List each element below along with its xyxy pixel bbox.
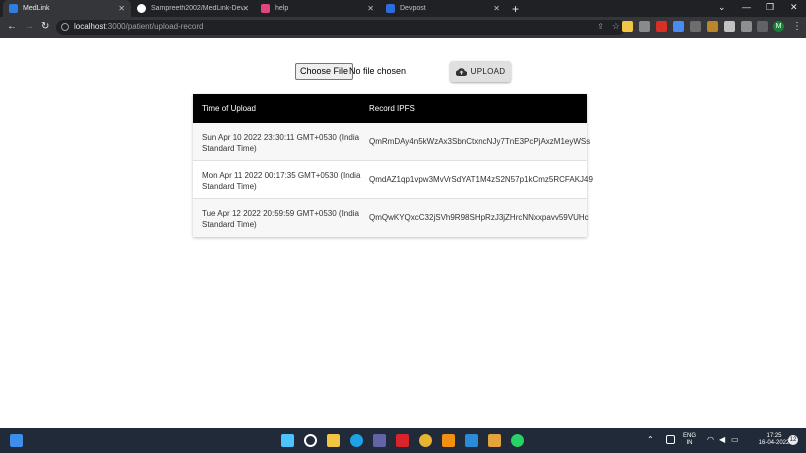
extension-icon[interactable] bbox=[639, 21, 650, 32]
forward-icon[interactable]: → bbox=[24, 21, 34, 32]
sublime-text-icon[interactable] bbox=[442, 434, 455, 447]
upload-time-cell: Tue Apr 12 2022 20:59:59 GMT+0530 (India… bbox=[202, 209, 359, 229]
url-host: localhost bbox=[74, 22, 106, 31]
tab-medlink[interactable]: MedLink ✕ bbox=[3, 0, 131, 17]
chrome-icon[interactable] bbox=[419, 434, 432, 447]
window-close-icon[interactable]: ✕ bbox=[790, 2, 798, 13]
mcafee-icon[interactable] bbox=[396, 434, 409, 447]
adblock-icon[interactable] bbox=[656, 21, 667, 32]
page-content: Choose File No file chosen UPLOAD Time o… bbox=[0, 38, 806, 428]
extension-icon[interactable] bbox=[690, 21, 701, 32]
start-windows-icon[interactable] bbox=[281, 434, 294, 447]
browser-toolbar: ← → ↻ localhost:3000/patient/upload-reco… bbox=[0, 17, 806, 38]
bookmark-star-icon[interactable]: ☆ bbox=[612, 21, 620, 32]
teams-icon[interactable] bbox=[373, 434, 386, 447]
language-indicator[interactable]: ENG IN bbox=[683, 433, 696, 447]
upload-time-cell: Mon Apr 11 2022 00:17:35 GMT+0530 (India… bbox=[202, 171, 361, 191]
tray-overflow-icon[interactable]: ⌃ bbox=[647, 436, 654, 444]
ipfs-hash-cell: QmQwKYQxcC32jSVh9R98SHpRzJ3jZHrcNNxxpavv… bbox=[369, 213, 589, 222]
edge-browser-icon[interactable] bbox=[350, 434, 363, 447]
tray-app-icon[interactable] bbox=[666, 435, 675, 444]
url-text[interactable]: localhost:3000/patient/upload-record bbox=[74, 22, 203, 31]
tab-devpost[interactable]: Devpost ✕ bbox=[380, 0, 506, 17]
widgets-icon[interactable] bbox=[10, 434, 23, 447]
share-icon[interactable]: ⇪ bbox=[597, 22, 604, 31]
cloud-upload-icon bbox=[455, 67, 467, 76]
close-icon[interactable]: ✕ bbox=[242, 4, 249, 13]
tab-search-icon[interactable]: ⌄ bbox=[718, 2, 726, 13]
file-explorer-icon[interactable] bbox=[327, 434, 340, 447]
package-icon[interactable] bbox=[488, 434, 501, 447]
profile-avatar[interactable]: M bbox=[773, 21, 784, 32]
close-icon[interactable]: ✕ bbox=[367, 4, 374, 13]
new-tab-button[interactable]: + bbox=[512, 2, 519, 16]
extension-icon[interactable] bbox=[707, 21, 718, 32]
devpost-favicon-icon bbox=[386, 4, 395, 13]
tab-help[interactable]: help ✕ bbox=[255, 0, 380, 17]
battery-icon[interactable]: ▭ bbox=[731, 436, 739, 444]
ipfs-hash-cell: QmRmDAy4n5kWzAx3SbnCtxncNJy7TnE3PcPjAxzM… bbox=[369, 137, 591, 146]
windows-taskbar: ⌃ ENG IN ◠ ◀ ▭ 17:25 16-04-2022 12 bbox=[0, 428, 806, 453]
upload-button[interactable]: UPLOAD bbox=[450, 61, 511, 82]
whatsapp-icon[interactable] bbox=[511, 434, 524, 447]
records-table: Time of Upload Record IPFS Sun Apr 10 20… bbox=[193, 94, 593, 237]
vscode-favicon-icon bbox=[9, 4, 18, 13]
tab-github[interactable]: Sampreeth2002/MedLink-Devsp ✕ bbox=[131, 0, 255, 17]
ipfs-hash-cell: QmdAZ1qp1vpw3MvVrSdYAT1M4zS2N57p1kCmz5RC… bbox=[369, 175, 593, 184]
extension-icon[interactable] bbox=[673, 21, 684, 32]
extension-icon[interactable] bbox=[741, 21, 752, 32]
table-header: Time of Upload Record IPFS bbox=[193, 94, 587, 123]
maximize-icon[interactable]: ❐ bbox=[766, 2, 774, 13]
notification-badge[interactable]: 12 bbox=[788, 435, 798, 445]
tab-title: Devpost bbox=[400, 5, 426, 12]
region-code: IN bbox=[686, 440, 693, 446]
extensions-puzzle-icon[interactable] bbox=[757, 21, 768, 32]
browser-tab-bar: MedLink ✕ Sampreeth2002/MedLink-Devsp ✕ … bbox=[0, 0, 806, 17]
reload-icon[interactable]: ↻ bbox=[41, 21, 49, 32]
table-row: Mon Apr 11 2022 00:17:35 GMT+0530 (India… bbox=[193, 161, 593, 199]
column-header-time: Time of Upload bbox=[202, 104, 256, 113]
github-favicon-icon bbox=[137, 4, 146, 13]
menu-dots-icon[interactable]: ⋮ bbox=[792, 21, 802, 32]
file-status-text: No file chosen bbox=[349, 66, 407, 76]
tab-title: help bbox=[275, 5, 289, 12]
upload-label: UPLOAD bbox=[470, 67, 506, 76]
wifi-icon[interactable]: ◠ bbox=[707, 436, 714, 444]
extension-icon[interactable] bbox=[724, 21, 735, 32]
vscode-icon[interactable] bbox=[465, 434, 478, 447]
back-icon[interactable]: ← bbox=[7, 21, 17, 32]
table-row: Tue Apr 12 2022 20:59:59 GMT+0530 (India… bbox=[193, 199, 589, 237]
minimize-icon[interactable]: — bbox=[742, 2, 751, 12]
close-icon[interactable]: ✕ bbox=[493, 4, 500, 13]
choose-file-button[interactable]: Choose File bbox=[295, 63, 354, 80]
table-row: Sun Apr 10 2022 23:30:11 GMT+0530 (India… bbox=[193, 123, 591, 161]
url-path: :3000/patient/upload-record bbox=[105, 22, 204, 31]
language-code: ENG bbox=[683, 433, 697, 439]
help-favicon-icon bbox=[261, 4, 270, 13]
volume-icon[interactable]: ◀ bbox=[719, 436, 725, 444]
tab-title: Sampreeth2002/MedLink-Devsp bbox=[151, 5, 243, 12]
address-bar[interactable]: localhost:3000/patient/upload-record ⇪ ☆ bbox=[56, 20, 626, 35]
search-icon[interactable] bbox=[304, 434, 317, 447]
site-info-icon[interactable] bbox=[61, 23, 69, 31]
upload-time-cell: Sun Apr 10 2022 23:30:11 GMT+0530 (India… bbox=[202, 133, 360, 153]
tab-title: MedLink bbox=[23, 5, 50, 12]
close-icon[interactable]: ✕ bbox=[118, 4, 125, 13]
column-header-ipfs: Record IPFS bbox=[369, 104, 415, 113]
extension-icon[interactable] bbox=[622, 21, 633, 32]
